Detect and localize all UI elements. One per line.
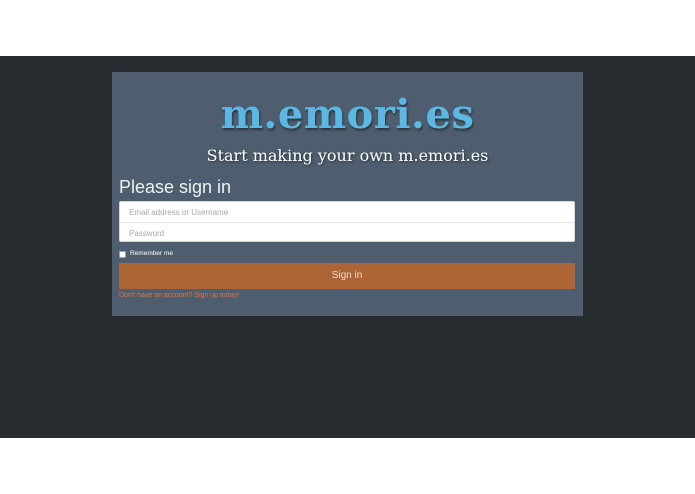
credentials-input-group — [119, 201, 575, 243]
password-input[interactable] — [120, 223, 574, 243]
signup-link[interactable]: Don't have an account? Sign up today! — [119, 291, 239, 301]
remember-me-checkbox[interactable] — [119, 251, 126, 258]
brand-logo: m.emori.es — [220, 91, 475, 138]
username-input[interactable] — [120, 202, 574, 222]
remember-me-label: Remember me — [130, 250, 173, 257]
signin-heading: Please sign in — [119, 177, 232, 197]
login-card: m.emori.es Start making your own m.emori… — [112, 72, 583, 316]
remember-me-row[interactable]: Remember me — [119, 249, 173, 259]
brand-tagline: Start making your own m.emori.es — [206, 146, 489, 165]
signin-button[interactable]: Sign in — [119, 263, 575, 289]
